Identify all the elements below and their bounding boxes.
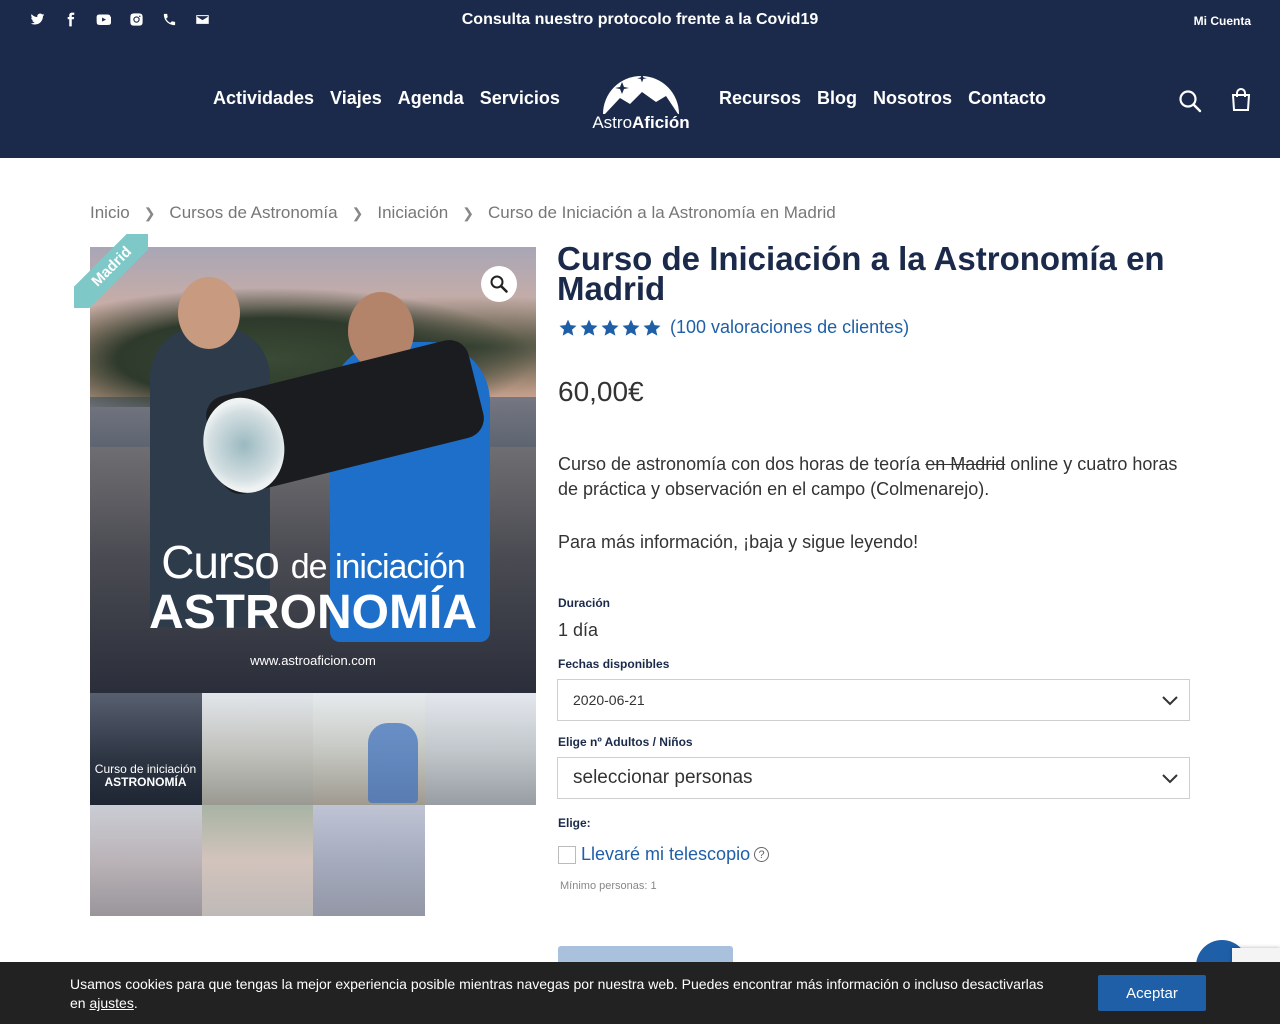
dates-select-value: 2020-06-21 — [573, 692, 645, 708]
breadcrumb-inicio[interactable]: Inicio — [90, 203, 130, 223]
twitter-icon[interactable] — [28, 10, 47, 29]
thumbnail-6[interactable] — [201, 804, 313, 916]
thumbnail-2[interactable] — [201, 693, 313, 805]
zoom-icon[interactable] — [481, 266, 517, 302]
nav-item-agenda[interactable]: Agenda — [398, 88, 464, 109]
nav-item-viajes[interactable]: Viajes — [330, 88, 382, 109]
chevron-down-icon — [1162, 774, 1178, 784]
thumbnail-1[interactable]: Curso de iniciación ASTRONOMÍA — [90, 693, 202, 805]
product-description-more: Para más información, ¡baja y sigue leye… — [558, 532, 919, 552]
min-people-note: Mínimo personas: 1 — [560, 880, 657, 892]
product-title: Curso de Iniciación a la Astronomía en M… — [557, 240, 1165, 307]
breadcrumb-iniciacion[interactable]: Iniciación — [377, 203, 448, 223]
star-icon — [601, 319, 619, 336]
breadcrumb: Inicio ❯ Cursos de Astronomía ❯ Iniciaci… — [90, 203, 836, 223]
thumbnail-4[interactable] — [424, 693, 536, 805]
site-logo[interactable]: AstroAfición — [586, 70, 696, 134]
breadcrumb-current: Curso de Iniciación a la Astronomía en M… — [487, 203, 836, 222]
star-icon — [622, 319, 640, 336]
thumbnail-3[interactable] — [313, 693, 425, 805]
thumbnail-5[interactable] — [90, 804, 202, 916]
main-nav-right: Recursos Blog Nosotros Contacto — [719, 88, 1046, 109]
product-rating: (100 valoraciones de clientes) — [558, 317, 909, 338]
nav-item-actividades[interactable]: Actividades — [213, 88, 314, 109]
star-icon — [559, 319, 577, 336]
cookie-banner: Usamos cookies para que tengas la mejor … — [0, 962, 1280, 1024]
telescope-option[interactable]: Llevaré mi telescopio ? — [558, 844, 770, 865]
shopping-bag-icon[interactable] — [1230, 88, 1252, 112]
cookie-text: Usamos cookies para que tengas la mejor … — [70, 976, 1044, 1011]
covid-protocol-link[interactable]: Consulta nuestro protocolo frente a la C… — [462, 11, 819, 28]
thumbnail-1-text: Curso de iniciación ASTRONOMÍA — [94, 762, 197, 789]
nav-item-servicios[interactable]: Servicios — [480, 88, 560, 109]
accept-cookies-button[interactable]: Aceptar — [1098, 975, 1206, 1011]
social-links — [28, 10, 212, 29]
nav-item-blog[interactable]: Blog — [817, 88, 857, 109]
people-select-value: seleccionar personas — [573, 767, 753, 788]
people-label: Elige nº Adultos / Niños — [558, 735, 693, 749]
chevron-down-icon — [1162, 696, 1178, 706]
thumbnail-gallery: Curso de iniciación ASTRONOMÍA — [90, 693, 536, 916]
facebook-icon[interactable] — [61, 10, 80, 29]
phone-icon[interactable] — [160, 10, 179, 29]
help-icon[interactable]: ? — [754, 847, 770, 862]
breadcrumb-cursos[interactable]: Cursos de Astronomía — [169, 203, 337, 223]
chevron-right-icon: ❯ — [351, 204, 364, 221]
logo-text: AstroAfición — [592, 113, 690, 132]
youtube-icon[interactable] — [94, 10, 113, 29]
logo-mountain-icon — [603, 74, 679, 114]
email-icon[interactable] — [193, 10, 212, 29]
dates-select[interactable]: 2020-06-21 — [557, 679, 1190, 721]
search-icon[interactable] — [1178, 89, 1202, 113]
cookie-settings-link[interactable]: ajustes — [89, 995, 133, 1011]
image-overlay-url: www.astroaficion.com — [250, 653, 376, 668]
telescope-checkbox[interactable] — [558, 845, 576, 864]
duration-value: 1 día — [558, 620, 599, 640]
choose-label: Elige: — [558, 816, 591, 830]
star-icon — [580, 319, 598, 336]
instagram-icon[interactable] — [127, 10, 146, 29]
reviews-link[interactable]: (100 valoraciones de clientes) — [670, 317, 909, 338]
dates-label: Fechas disponibles — [558, 657, 670, 671]
chevron-right-icon: ❯ — [462, 204, 474, 221]
my-account-link[interactable]: Mi Cuenta — [1194, 14, 1251, 28]
product-price: 60,00€ — [558, 376, 644, 407]
nav-item-nosotros[interactable]: Nosotros — [873, 88, 952, 109]
nav-item-recursos[interactable]: Recursos — [719, 88, 801, 109]
duration-label: Duración — [558, 596, 611, 610]
rating-stars — [558, 318, 662, 338]
people-select[interactable]: seleccionar personas — [557, 757, 1190, 799]
nav-item-contacto[interactable]: Contacto — [968, 88, 1046, 109]
location-ribbon: Madrid — [74, 234, 148, 308]
site-header: Consulta nuestro protocolo frente a la C… — [0, 0, 1280, 158]
image-overlay-title: Curso de iniciación — [161, 536, 466, 588]
telescope-label[interactable]: Llevaré mi telescopio — [581, 844, 750, 865]
product-main-image[interactable]: Curso de iniciación ASTRONOMÍA www.astro… — [90, 247, 536, 693]
main-nav-left: Actividades Viajes Agenda Servicios — [213, 88, 560, 109]
chevron-right-icon: ❯ — [143, 204, 156, 221]
thumbnail-7[interactable] — [313, 804, 425, 916]
star-icon — [643, 319, 661, 336]
image-overlay-subtitle: ASTRONOMÍA — [149, 586, 477, 639]
product-description: Curso de astronomía con dos horas de teo… — [558, 454, 1178, 499]
